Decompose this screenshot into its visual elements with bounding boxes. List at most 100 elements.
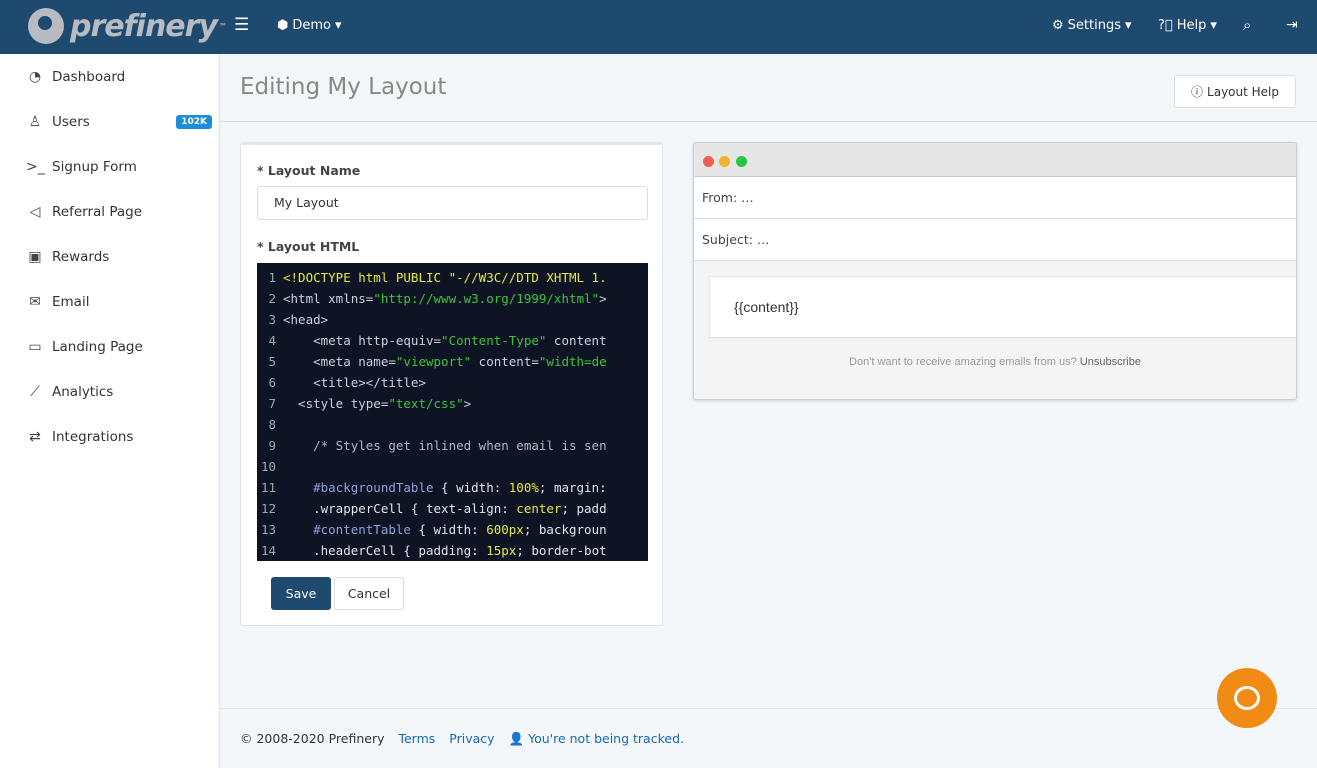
users-count-badge: 102K [176,114,212,129]
line-number: 11 [260,480,276,495]
hamburger-icon[interactable]: ☰ [234,15,249,35]
user-shield-icon: 👤 [508,730,525,746]
code-token: <!DOCTYPE html PUBLIC "-//W3C//DTD XHTML… [283,270,607,285]
layout-html-editor[interactable]: 1 <!DOCTYPE html PUBLIC "-//W3C//DTD XHTM… [257,263,648,561]
sidebar-item-label: Rewards [52,248,110,265]
minimize-dot-icon [719,156,730,167]
code-token: { width: [410,522,487,537]
sidebar-item-label: Email [52,293,90,310]
line-number: 7 [268,396,276,411]
sidebar-item-signup-form[interactable]: >_ Signup Form [0,144,219,189]
caret-down-icon: ▾ [335,18,342,33]
preview-content: {{content}} [709,276,1296,338]
save-button[interactable]: Save [271,577,331,610]
sidebar-item-dashboard[interactable]: ◔ Dashboard [0,54,219,99]
code-token: center [516,501,562,516]
code-line: 5 <meta name= "viewport" content= "width=d… [257,351,648,372]
code-line: 6 <title></title> [257,372,648,393]
line-number: 3 [268,312,276,327]
sidebar-item-email[interactable]: ✉ Email [0,279,219,324]
code-line: 4 <meta http-equiv= "Content-Type" conten… [257,330,648,351]
code-token: ; padd [561,501,607,516]
terminal-icon: >_ [26,158,45,175]
code-token: .headerCell { padding: [283,543,487,558]
project-dropdown[interactable]: ⬢ Demo ▾ [277,18,342,33]
cube-icon: ⬢ [277,18,289,33]
caret-down-icon: ▾ [1124,18,1132,33]
code-token: <meta http-equiv= [283,333,442,348]
line-number: 8 [268,417,276,432]
line-number: 4 [268,333,276,348]
code-token: <meta name= [283,354,396,369]
sidebar-item-landing-page[interactable]: ▭ Landing Page [0,324,219,369]
tracking-link[interactable]: 👤 You're not being tracked. [509,731,684,747]
code-token: 100% [508,480,539,495]
monitor-icon: ▭ [28,338,42,355]
code-token: <html xmlns= [283,291,374,306]
info-circle-icon: ⓘ [1191,85,1204,99]
code-token: ; margin: [538,480,607,495]
code-line: 3 <head> [257,309,648,330]
line-number: 12 [260,501,276,516]
search-icon[interactable]: ⌕ [1243,16,1251,34]
code-token: ; backgroun [523,522,607,537]
layout-html-label: * Layout HTML [257,239,360,254]
email-preview: From: … Subject: … {{content}} Don't wan… [693,142,1297,400]
sidebar-item-analytics[interactable]: ⟋ Analytics [0,369,219,414]
cancel-button[interactable]: Cancel [334,577,404,610]
code-token: <title></title> [283,375,426,390]
preview-from: From: … [694,177,1296,219]
copyright: © 2008-2020 Prefinery [240,731,385,746]
sidebar-item-label: Analytics [52,383,114,400]
exchange-icon: ⇄ [29,428,41,445]
privacy-link[interactable]: Privacy [449,731,494,746]
chat-launcher-button[interactable] [1217,668,1277,728]
megaphone-icon: ◁ [29,203,41,220]
layout-form-card: * Layout Name My Layout * Layout HTML 1 <… [240,142,663,626]
code-token: 15px [486,543,517,558]
unsubscribe-link[interactable]: Unsubscribe [1080,356,1141,368]
code-line: 9 /* Styles get inlined when email is se… [257,435,648,456]
sign-out-icon[interactable]: ⇥ [1286,17,1298,33]
prefinery-logo[interactable]: prefinery ™ [28,8,227,44]
code-token: #backgroundTable [283,480,434,495]
settings-dropdown[interactable]: ⚙ Settings ▾ [1052,18,1132,33]
code-token: ; border-bot [516,543,607,558]
top-navbar: prefinery ™ ☰ ⬢ Demo ▾ ⚙ Settings ▾ ?⃝ Help ▾ ⌕… [0,0,1317,54]
user-icon: ♙ [28,113,42,130]
gear-icon: ⚙ [1052,18,1064,33]
sidebar-item-referral-page[interactable]: ◁ Referral Page [0,189,219,234]
question-circle-icon: ?⃝ [1158,18,1173,33]
code-token: > [463,396,472,411]
sidebar-item-label: Dashboard [52,68,126,85]
layout-help-button[interactable]: ⓘ Layout Help [1174,75,1296,108]
chat-bubble-icon [1234,686,1260,710]
line-number: 6 [268,375,276,390]
code-token: "http://www.w3.org/1999/xhtml" [373,291,600,306]
code-token: content [546,333,607,348]
help-dropdown[interactable]: ?⃝ Help ▾ [1158,18,1217,33]
code-token: "width=de [538,354,607,369]
caret-down-icon: ▾ [1210,18,1217,33]
layout-name-input[interactable]: My Layout [257,186,648,220]
code-line: 7 <style type= "text/css" > [257,393,648,414]
chart-icon: ⟋ [30,383,40,400]
sidebar-item-users[interactable]: ♙ Users 102K [0,99,219,144]
close-dot-icon [703,156,714,167]
line-number: 1 [268,270,276,285]
code-token: .wrapperCell { text-align: [283,501,517,516]
code-line: 10 [257,456,648,477]
terms-link[interactable]: Terms [398,731,435,746]
logo-mark-icon [28,8,64,44]
gauge-icon: ◔ [28,68,42,85]
code-line: 8 [257,414,648,435]
code-line: 12 .wrapperCell { text-align: center; pa… [257,498,648,519]
ticket-icon: ▣ [28,248,42,265]
sidebar-item-rewards[interactable]: ▣ Rewards [0,234,219,279]
code-token: #contentTable [283,522,411,537]
code-token: "text/css" [388,396,464,411]
page-title: Editing My Layout [240,74,447,100]
line-number: 2 [268,291,276,306]
sidebar-item-integrations[interactable]: ⇄ Integrations [0,414,219,459]
code-token: "viewport" [395,354,472,369]
